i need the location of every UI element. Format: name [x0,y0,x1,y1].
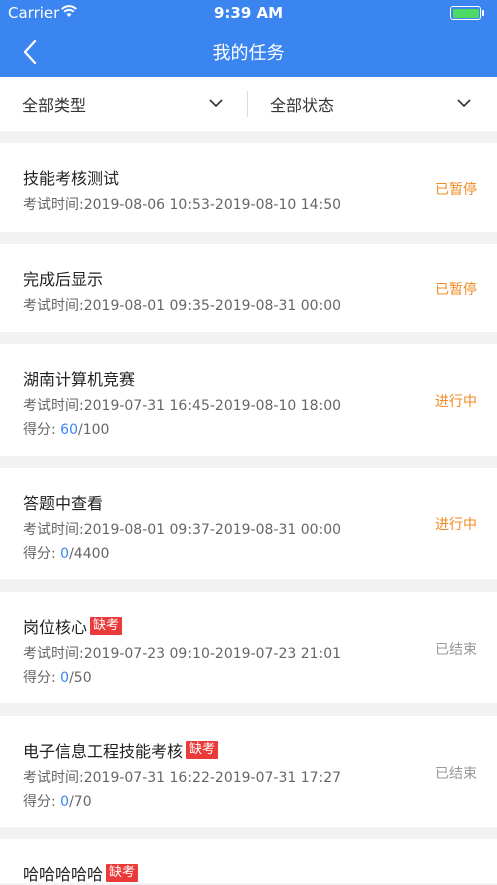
task-time: 考试时间:2019-08-01 09:35-2019-08-31 00:00 [23,298,342,314]
task-time: 考试时间:2019-07-23 09:10-2019-07-23 21:01 [23,646,342,662]
task-name-text: 岗位核心 [23,618,88,637]
filter-bar: 全部类型 全部状态 [0,77,497,131]
score-total: /4400 [69,546,110,562]
task-status: 已结束 [435,642,477,658]
task-card[interactable]: 技能考核测试 考试时间:2019-08-06 10:53-2019-08-10 … [0,143,497,232]
task-card[interactable]: 答题中查看 考试时间:2019-08-01 09:37-2019-08-31 0… [0,468,497,579]
task-score: 得分: 0/50 [23,667,92,687]
task-time: 考试时间:2019-07-31 16:22-2019-07-31 17:27 [23,770,342,786]
task-status: 进行中 [435,517,477,533]
task-status: 已结束 [435,766,477,782]
battery-icon [450,6,481,20]
task-time: 考试时间:2019-08-01 09:37-2019-08-31 00:00 [23,522,342,538]
task-time: 考试时间:2019-07-31 16:45-2019-08-10 18:00 [23,398,342,414]
task-name-text: 电子信息工程技能考核 [23,742,184,761]
type-filter-dropdown[interactable]: 全部类型 [0,77,247,131]
task-name: 完成后显示 [23,266,103,290]
score-label: 得分: [23,546,61,562]
clock: 9:39 AM [213,4,284,22]
absent-badge: 缺考 [106,864,139,882]
task-name-text: 湖南计算机竞赛 [23,370,136,389]
task-name: 电子信息工程技能考核 缺考 [23,738,219,762]
task-score: 得分: 0/4400 [23,543,109,563]
task-status: 进行中 [435,394,477,410]
type-filter-label: 全部类型 [22,96,87,115]
task-card[interactable]: 完成后显示 考试时间:2019-08-01 09:35-2019-08-31 0… [0,244,497,332]
score-value: 0 [60,670,70,686]
task-name-text: 答题中查看 [23,494,104,513]
score-label: 得分: [23,670,61,686]
score-total: /100 [78,422,110,438]
chevron-down-icon [209,99,223,108]
task-card[interactable]: 岗位核心 缺考 考试时间:2019-07-23 09:10-2019-07-23… [0,592,497,703]
status-filter-label: 全部状态 [270,96,335,115]
task-name-text: 技能考核测试 [23,169,120,188]
page-title: 我的任务 [212,43,285,64]
task-name: 岗位核心 缺考 [23,614,123,638]
task-name: 湖南计算机竞赛 [23,366,135,390]
task-card[interactable]: 电子信息工程技能考核 缺考 考试时间:2019-07-31 16:22-2019… [0,716,497,827]
task-name: 哈哈哈哈哈 缺考 [23,861,139,885]
absent-badge: 缺考 [186,741,219,759]
task-card[interactable]: 哈哈哈哈哈 缺考 [0,839,497,885]
task-name: 技能考核测试 [23,165,119,189]
chevron-down-icon [457,99,471,108]
score-label: 得分: [23,422,61,438]
score-value: 0 [60,794,70,810]
task-name: 答题中查看 [23,490,103,514]
battery-cap [482,10,484,16]
task-name-text: 哈哈哈哈哈 [23,865,104,884]
score-total: /50 [69,670,92,686]
task-name-text: 完成后显示 [23,270,104,289]
task-status: 已暂停 [435,282,477,298]
status-bar: Carrier 9:39 AM [0,0,497,26]
absent-badge: 缺考 [90,617,123,635]
score-value: 60 [60,422,78,438]
status-filter-dropdown[interactable]: 全部状态 [248,77,497,131]
task-card[interactable]: 湖南计算机竞赛 考试时间:2019-07-31 16:45-2019-08-10… [0,344,497,456]
task-score: 得分: 60/100 [23,419,109,439]
nav-bar: 我的任务 [0,26,497,77]
app-header: Carrier 9:39 AM 我的任务 [0,0,497,77]
task-status: 已暂停 [435,182,477,198]
score-value: 0 [60,546,70,562]
task-score: 得分: 0/70 [23,791,92,811]
score-label: 得分: [23,794,61,810]
score-total: /70 [69,794,92,810]
task-time: 考试时间:2019-08-06 10:53-2019-08-10 14:50 [23,197,342,213]
